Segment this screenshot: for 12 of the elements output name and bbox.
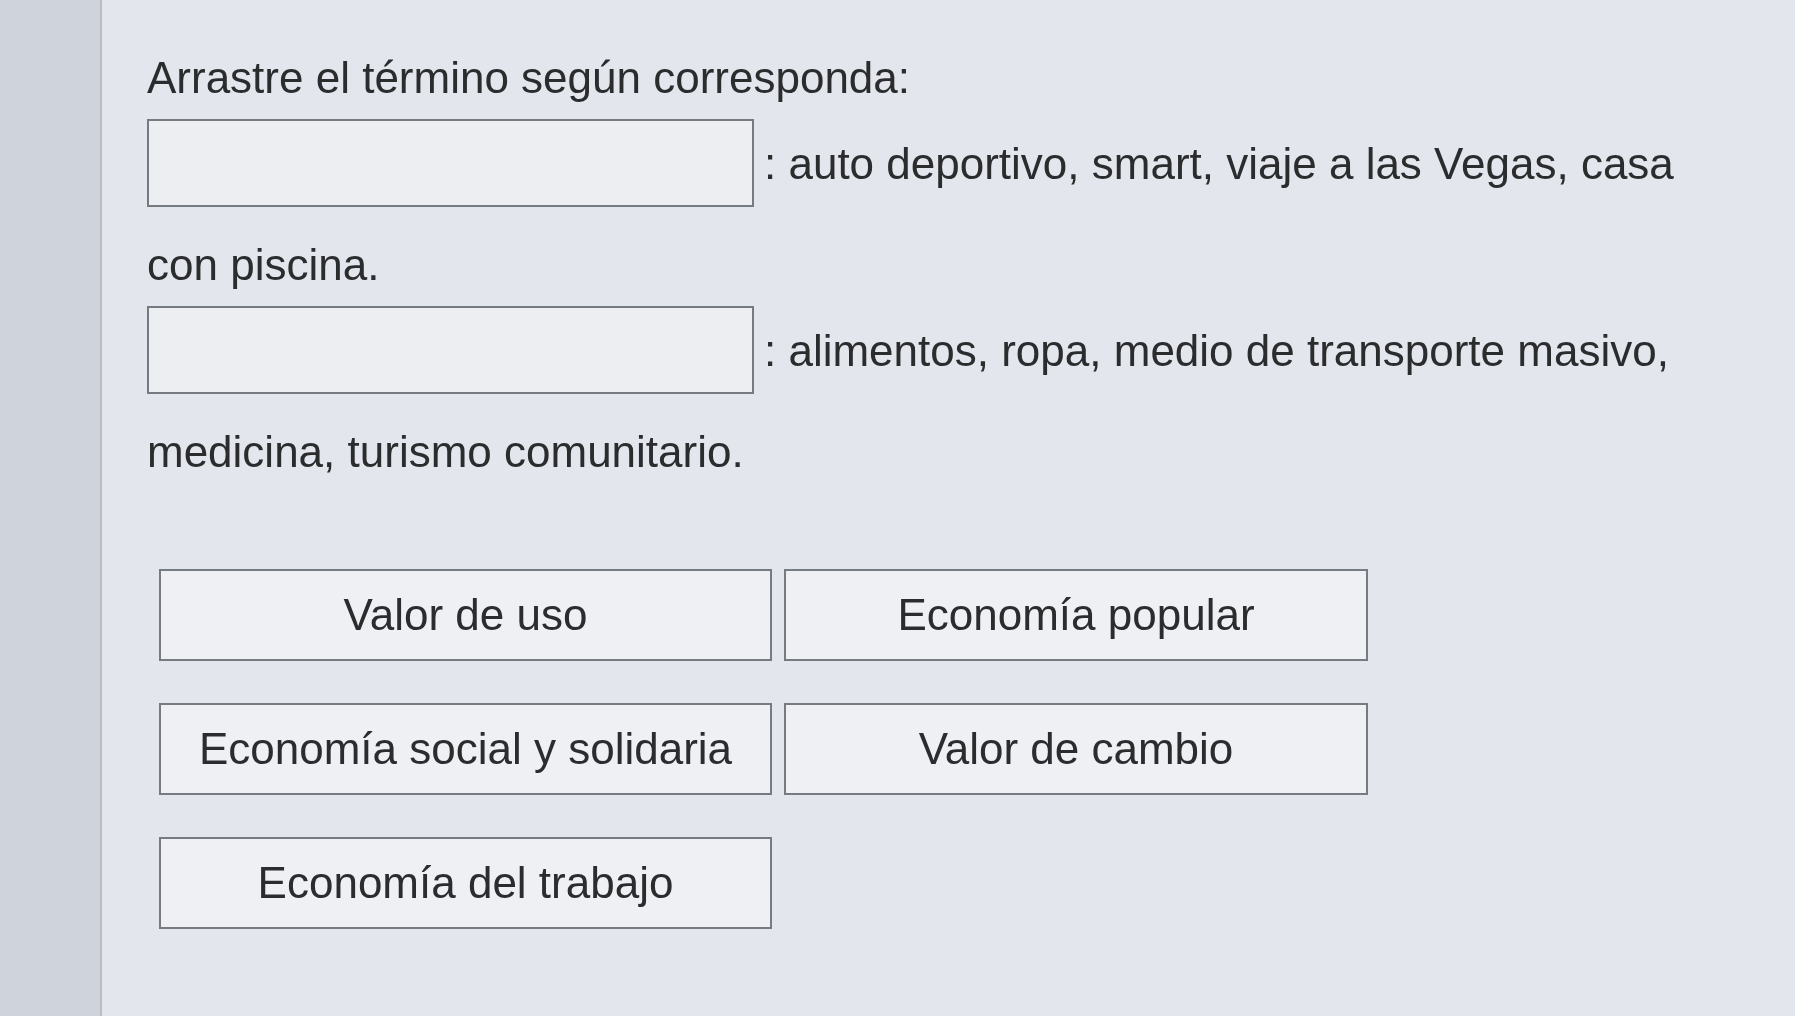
statement-text: : alimentos, ropa, medio de transporte masivo,	[764, 324, 1669, 377]
draggable-term[interactable]: Economía social y solidaria	[159, 703, 772, 795]
statement-text: con piscina.	[147, 240, 380, 289]
draggable-term[interactable]: Economía del trabajo	[159, 837, 772, 929]
statement-text: : auto deportivo, smart, viaje a las Vegas, casa	[764, 137, 1674, 190]
answer-box[interactable]	[147, 119, 754, 207]
draggable-term[interactable]: Valor de uso	[159, 569, 772, 661]
instruction-text: Arrastre el término según corresponda:	[147, 53, 911, 102]
draggable-term[interactable]: Valor de cambio	[784, 703, 1368, 795]
answer-box[interactable]	[147, 306, 754, 394]
draggable-term[interactable]: Economía popular	[784, 569, 1368, 661]
statement-text: medicina, turismo comunitario.	[147, 427, 744, 476]
